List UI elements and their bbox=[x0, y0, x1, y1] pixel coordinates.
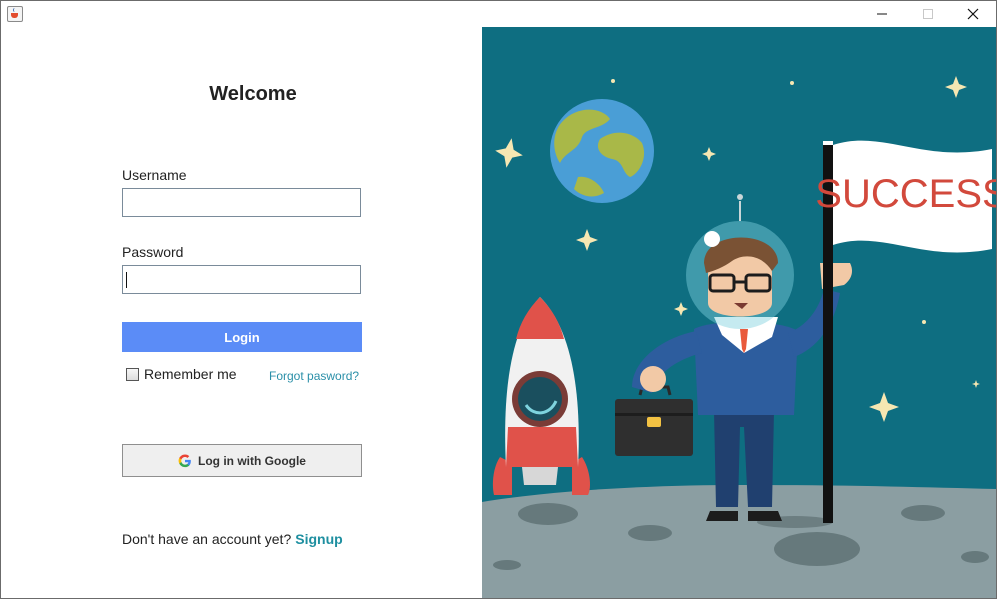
text-caret bbox=[126, 272, 127, 288]
maximize-button[interactable] bbox=[905, 1, 951, 27]
password-label: Password bbox=[122, 244, 184, 260]
flag-text: SUCCESS bbox=[815, 172, 996, 216]
google-icon bbox=[178, 453, 191, 467]
signup-link[interactable]: Signup bbox=[295, 531, 342, 547]
page-title: Welcome bbox=[209, 83, 297, 105]
close-icon bbox=[967, 8, 979, 20]
java-app-icon bbox=[7, 6, 23, 22]
forgot-password-link[interactable]: Forgot pasword? bbox=[269, 369, 359, 383]
title-bar bbox=[1, 1, 996, 27]
checkbox-box[interactable] bbox=[126, 367, 139, 381]
illustration-panel: SUCCESS bbox=[482, 27, 996, 598]
login-button[interactable]: Login bbox=[122, 322, 362, 352]
maximize-icon bbox=[923, 9, 933, 19]
success-illustration: SUCCESS bbox=[482, 27, 996, 598]
remember-me-label: Remember me bbox=[144, 366, 237, 382]
username-label: Username bbox=[122, 167, 187, 183]
signup-line: Don't have an account yet? Signup bbox=[122, 531, 343, 547]
minimize-button[interactable] bbox=[859, 1, 905, 27]
username-field[interactable] bbox=[122, 188, 361, 217]
planet bbox=[550, 99, 654, 203]
password-field[interactable] bbox=[122, 265, 361, 294]
google-login-button[interactable]: Log in with Google bbox=[122, 444, 362, 477]
login-panel: Welcome Username Password Login Remember… bbox=[1, 27, 482, 598]
google-button-label: Log in with Google bbox=[198, 453, 306, 468]
app-window: Welcome Username Password Login Remember… bbox=[0, 0, 997, 599]
moon-ground bbox=[482, 485, 996, 598]
remember-me-checkbox[interactable]: Remember me bbox=[126, 366, 237, 382]
signup-prompt: Don't have an account yet? bbox=[122, 531, 292, 547]
minimize-icon bbox=[877, 13, 887, 15]
close-button[interactable] bbox=[950, 1, 996, 27]
